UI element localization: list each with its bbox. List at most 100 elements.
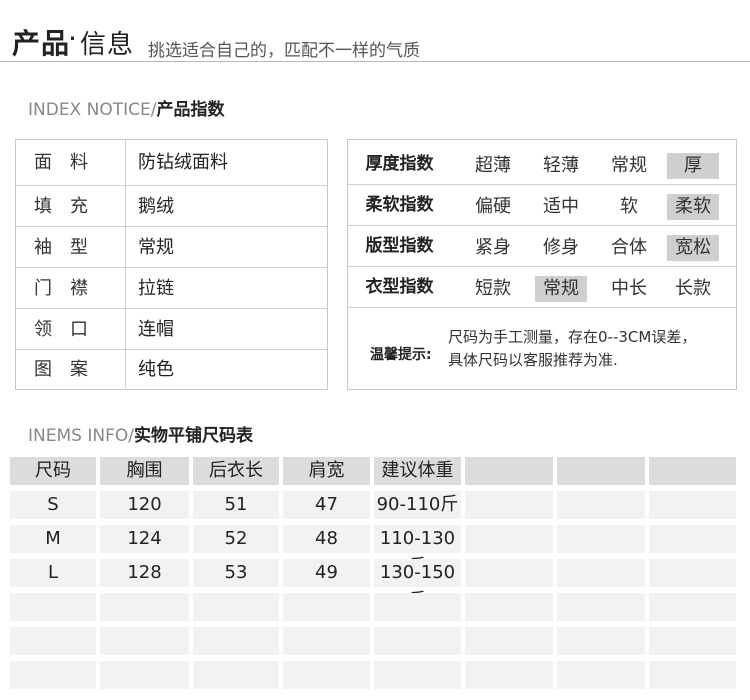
title-main: 产品 bbox=[12, 27, 71, 60]
index-option-selected: 厚 bbox=[667, 153, 719, 179]
material-label: 面料 bbox=[16, 140, 126, 185]
size-table: 尺码 胸围 后衣长 肩宽 建议体重 S 120 51 47 90-110斤 M 124 52 48 110-… bbox=[10, 457, 740, 697]
index-row: 厚度指数 超薄 轻薄 常规厚 bbox=[348, 144, 736, 185]
size-section-title: INEMS INFO/实物平铺尺码表 bbox=[28, 421, 253, 446]
size-header-cell: 肩宽 bbox=[283, 457, 370, 485]
size-section-en: INEMS INFO/ bbox=[28, 426, 134, 446]
size-data-cell bbox=[557, 525, 645, 553]
size-data-cell bbox=[283, 627, 370, 655]
material-value: 拉链 bbox=[138, 278, 174, 299]
header-divider bbox=[0, 61, 750, 62]
index-option: 适中 bbox=[543, 196, 579, 217]
index-option: 常规 bbox=[611, 155, 647, 176]
material-value: 防钻绒面料 bbox=[138, 152, 228, 173]
index-option: 短款 bbox=[475, 278, 511, 299]
size-data-cell bbox=[649, 593, 736, 621]
index-option: 合体 bbox=[611, 237, 647, 258]
index-name: 厚度指数 bbox=[365, 154, 434, 174]
index-row: 柔软指数 偏硬 适中 软 柔软 bbox=[348, 185, 736, 226]
index-option-selected: 常规 bbox=[535, 276, 587, 302]
size-header-cell: 胸围 bbox=[100, 457, 189, 485]
notice-text: 尺码为手工测量，存在0--3CM误差， 具体尺码以客服推荐为准. bbox=[448, 326, 730, 372]
material-row: 袖型 常规 bbox=[16, 227, 327, 268]
notice-line-1: 尺码为手工测量，存在0--3CM误差， bbox=[448, 328, 697, 346]
index-section-title: INDEX NOTICE/产品指数 bbox=[28, 95, 224, 120]
index-option: 软 bbox=[620, 196, 638, 217]
size-header-cell: 建议体重 bbox=[374, 457, 461, 485]
size-data-cell bbox=[374, 661, 461, 689]
size-data-cell: 49 bbox=[283, 559, 370, 587]
size-data-cell bbox=[465, 627, 553, 655]
size-header-cell bbox=[557, 457, 645, 485]
size-data-cell bbox=[374, 627, 461, 655]
size-data-cell: 52 bbox=[193, 525, 279, 553]
size-data-cell: 51 bbox=[193, 491, 279, 519]
size-header-cell: 尺码 bbox=[10, 457, 96, 485]
title-dot: · bbox=[68, 22, 77, 55]
notice-label: 温馨提示: bbox=[370, 347, 432, 363]
size-data-cell bbox=[465, 661, 553, 689]
index-name: 衣型指数 bbox=[365, 277, 434, 297]
title-sub: 信息 bbox=[80, 30, 135, 60]
material-label: 门襟 bbox=[16, 268, 126, 308]
material-label: 图案 bbox=[16, 350, 126, 390]
size-data-cell: 90-110斤 bbox=[374, 491, 461, 519]
size-data-cell bbox=[465, 559, 553, 587]
size-data-cell bbox=[100, 627, 189, 655]
size-data-cell bbox=[649, 559, 736, 587]
size-data-cell bbox=[100, 661, 189, 689]
size-data-cell: M bbox=[10, 525, 96, 553]
material-row: 图案 纯色 bbox=[16, 350, 327, 390]
material-label: 袖型 bbox=[16, 227, 126, 267]
size-data-cell bbox=[10, 627, 96, 655]
size-data-cell bbox=[374, 593, 461, 621]
size-data-cell: S bbox=[10, 491, 96, 519]
index-option: 轻薄 bbox=[543, 155, 579, 176]
material-value: 纯色 bbox=[138, 359, 174, 380]
index-table: 厚度指数 超薄 轻薄 常规厚柔软指数 偏硬 适中软柔软 版型指数 紧身 修身 合体 宽松 衣型指数 短款… bbox=[347, 139, 737, 390]
index-section-en: INDEX NOTICE/ bbox=[28, 100, 157, 120]
index-name: 柔软指数 bbox=[365, 195, 434, 215]
material-table: 面料 防钻绒面料 填充 鹅绒 袖型 常规 门襟 拉链 领口 连帽 图案 纯色 bbox=[15, 139, 328, 390]
index-row: 版型指数 紧身 修身 合体 宽松 bbox=[348, 226, 736, 267]
material-row: 面料 防钻绒面料 bbox=[16, 140, 327, 186]
size-data-cell bbox=[557, 491, 645, 519]
size-data-cell bbox=[557, 593, 645, 621]
index-option: 偏硬 bbox=[475, 196, 511, 217]
size-data-cell bbox=[193, 661, 279, 689]
size-data-cell bbox=[100, 593, 189, 621]
size-data-cell: 47 bbox=[283, 491, 370, 519]
title-slogan: 挑选适合自己的，匹配不一样的气质 bbox=[148, 41, 420, 61]
size-data-cell bbox=[10, 661, 96, 689]
size-data-cell: 130-150斤 bbox=[374, 559, 461, 611]
size-data-cell bbox=[465, 525, 553, 553]
index-option-selected: 宽松 bbox=[667, 235, 719, 261]
index-row: 衣型指数 短款 常规 中长 长款 bbox=[348, 267, 736, 308]
index-option: 长款 bbox=[675, 278, 711, 299]
size-data-cell bbox=[557, 627, 645, 655]
page-header: 产品 · 信息 挑选适合自己的，匹配不一样的气质 bbox=[0, 0, 750, 62]
size-data-cell bbox=[283, 593, 370, 621]
material-value: 鹅绒 bbox=[138, 196, 174, 217]
material-label: 领口 bbox=[16, 309, 126, 349]
size-data-cell bbox=[649, 525, 736, 553]
size-data-cell bbox=[557, 661, 645, 689]
size-data-cell: 110-130斤 bbox=[374, 525, 461, 577]
size-data-cell: 120 bbox=[100, 491, 189, 519]
index-option-selected: 柔软 bbox=[667, 194, 719, 220]
size-data-cell bbox=[649, 661, 736, 689]
size-data-cell: 53 bbox=[193, 559, 279, 587]
size-data-cell bbox=[10, 593, 96, 621]
size-data-cell bbox=[649, 491, 736, 519]
material-row: 门襟 拉链 bbox=[16, 268, 327, 309]
index-option: 修身 bbox=[543, 237, 579, 258]
size-data-cell: 48 bbox=[283, 525, 370, 553]
size-data-cell bbox=[465, 593, 553, 621]
index-option: 超薄 bbox=[475, 155, 511, 176]
size-data-cell bbox=[557, 559, 645, 587]
size-header-cell bbox=[649, 457, 736, 485]
size-data-cell: 124 bbox=[100, 525, 189, 553]
notice-box: 温馨提示: 尺码为手工测量，存在0--3CM误差， 具体尺码以客服推荐为准. bbox=[348, 314, 736, 390]
size-data-cell: L bbox=[10, 559, 96, 587]
size-data-cell bbox=[465, 491, 553, 519]
